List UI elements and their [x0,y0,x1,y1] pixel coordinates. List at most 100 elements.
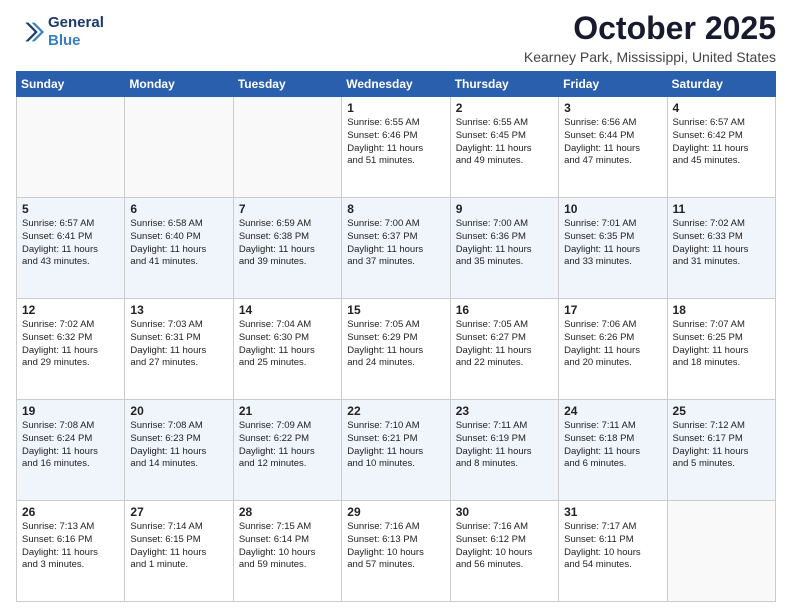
calendar-cell: 27 Sunrise: 7:14 AM Sunset: 6:15 PM Dayli… [125,501,233,602]
calendar-header-row: SundayMondayTuesdayWednesdayThursdayFrid… [17,72,776,97]
day-info: Sunrise: 7:15 AM Sunset: 6:14 PM Dayligh… [239,521,336,572]
day-info: Sunrise: 7:03 AM Sunset: 6:31 PM Dayligh… [130,319,227,370]
calendar-cell: 24 Sunrise: 7:11 AM Sunset: 6:18 PM Dayli… [559,400,667,501]
day-number: 13 [130,303,227,317]
calendar-cell: 20Sunrise: 7:08 AM Sunset: 6:23 PM Dayli… [125,400,233,501]
calendar-cell: 21Sunrise: 7:09 AM Sunset: 6:22 PM Dayli… [233,400,341,501]
day-number: 27 [130,505,227,519]
calendar-cell: 18 Sunrise: 7:07 AM Sunset: 6:25 PM Dayli… [667,299,775,400]
day-info: Sunrise: 7:11 AM Sunset: 6:18 PM Dayligh… [564,420,661,471]
day-number: 16 [456,303,553,317]
day-info: Sunrise: 7:08 AM Sunset: 6:24 PM Dayligh… [22,420,119,471]
calendar-cell: 9 Sunrise: 7:00 AM Sunset: 6:36 PM Daylig… [450,198,558,299]
page: General Blue October 2025 Kearney Park, … [0,0,792,612]
day-number: 24 [564,404,661,418]
day-info: Sunrise: 7:00 AM Sunset: 6:37 PM Dayligh… [347,218,444,269]
calendar-cell: 16 Sunrise: 7:05 AM Sunset: 6:27 PM Dayli… [450,299,558,400]
calendar-cell: 15 Sunrise: 7:05 AM Sunset: 6:29 PM Dayli… [342,299,450,400]
day-info: Sunrise: 7:10 AM Sunset: 6:21 PM Dayligh… [347,420,444,471]
day-number: 7 [239,202,336,216]
day-number: 5 [22,202,119,216]
day-number: 8 [347,202,444,216]
day-number: 26 [22,505,119,519]
day-info: Sunrise: 6:57 AM Sunset: 6:42 PM Dayligh… [673,117,770,168]
day-info: Sunrise: 7:14 AM Sunset: 6:15 PM Dayligh… [130,521,227,572]
day-header-tuesday: Tuesday [233,72,341,97]
calendar-cell: 12 Sunrise: 7:02 AM Sunset: 6:32 PM Dayli… [17,299,125,400]
day-number: 6 [130,202,227,216]
day-info: Sunrise: 7:07 AM Sunset: 6:25 PM Dayligh… [673,319,770,370]
calendar-cell: 6 Sunrise: 6:58 AM Sunset: 6:40 PM Daylig… [125,198,233,299]
day-info: Sunrise: 7:02 AM Sunset: 6:33 PM Dayligh… [673,218,770,269]
calendar-week-row: 19 Sunrise: 7:08 AM Sunset: 6:24 PM Dayli… [17,400,776,501]
calendar-cell: 29 Sunrise: 7:16 AM Sunset: 6:13 PM Dayli… [342,501,450,602]
day-info: Sunrise: 6:58 AM Sunset: 6:40 PM Dayligh… [130,218,227,269]
day-number: 17 [564,303,661,317]
month-title: October 2025 [524,10,776,47]
day-number: 4 [673,101,770,115]
day-header-thursday: Thursday [450,72,558,97]
day-info: Sunrise: 7:06 AM Sunset: 6:26 PM Dayligh… [564,319,661,370]
calendar-cell: 8 Sunrise: 7:00 AM Sunset: 6:37 PM Daylig… [342,198,450,299]
calendar-cell: 11 Sunrise: 7:02 AM Sunset: 6:33 PM Dayli… [667,198,775,299]
day-header-saturday: Saturday [667,72,775,97]
calendar-cell: 10 Sunrise: 7:01 AM Sunset: 6:35 PM Dayli… [559,198,667,299]
day-number: 9 [456,202,553,216]
calendar-cell: 3Sunrise: 6:56 AM Sunset: 6:44 PM Daylig… [559,97,667,198]
calendar-cell: 13 Sunrise: 7:03 AM Sunset: 6:31 PM Dayli… [125,299,233,400]
day-info: Sunrise: 7:00 AM Sunset: 6:36 PM Dayligh… [456,218,553,269]
calendar-table: SundayMondayTuesdayWednesdayThursdayFrid… [16,71,776,602]
day-header-friday: Friday [559,72,667,97]
calendar-cell: 25 Sunrise: 7:12 AM Sunset: 6:17 PM Dayli… [667,400,775,501]
day-number: 29 [347,505,444,519]
calendar-cell: 22Sunrise: 7:10 AM Sunset: 6:21 PM Dayli… [342,400,450,501]
day-number: 28 [239,505,336,519]
calendar-cell: 19 Sunrise: 7:08 AM Sunset: 6:24 PM Dayli… [17,400,125,501]
day-number: 2 [456,101,553,115]
calendar-cell [233,97,341,198]
title-block: October 2025 Kearney Park, Mississippi, … [524,10,776,65]
day-number: 25 [673,404,770,418]
day-header-monday: Monday [125,72,233,97]
calendar-week-row: 1Sunrise: 6:55 AM Sunset: 6:46 PM Daylig… [17,97,776,198]
day-number: 31 [564,505,661,519]
calendar-cell: 4 Sunrise: 6:57 AM Sunset: 6:42 PM Daylig… [667,97,775,198]
calendar-cell: 26 Sunrise: 7:13 AM Sunset: 6:16 PM Dayli… [17,501,125,602]
day-number: 3 [564,101,661,115]
day-info: Sunrise: 7:04 AM Sunset: 6:30 PM Dayligh… [239,319,336,370]
day-info: Sunrise: 7:05 AM Sunset: 6:29 PM Dayligh… [347,319,444,370]
calendar-cell [125,97,233,198]
day-info: Sunrise: 6:55 AM Sunset: 6:45 PM Dayligh… [456,117,553,168]
calendar-cell: 23Sunrise: 7:11 AM Sunset: 6:19 PM Dayli… [450,400,558,501]
day-info: Sunrise: 6:57 AM Sunset: 6:41 PM Dayligh… [22,218,119,269]
calendar-cell: 5 Sunrise: 6:57 AM Sunset: 6:41 PM Daylig… [17,198,125,299]
location-title: Kearney Park, Mississippi, United States [524,49,776,65]
day-number: 18 [673,303,770,317]
day-header-wednesday: Wednesday [342,72,450,97]
day-info: Sunrise: 7:16 AM Sunset: 6:13 PM Dayligh… [347,521,444,572]
calendar-cell [17,97,125,198]
day-info: Sunrise: 7:05 AM Sunset: 6:27 PM Dayligh… [456,319,553,370]
day-number: 10 [564,202,661,216]
day-info: Sunrise: 7:13 AM Sunset: 6:16 PM Dayligh… [22,521,119,572]
logo: General Blue [16,14,104,50]
calendar-week-row: 12 Sunrise: 7:02 AM Sunset: 6:32 PM Dayli… [17,299,776,400]
day-number: 30 [456,505,553,519]
calendar-cell: 14Sunrise: 7:04 AM Sunset: 6:30 PM Dayli… [233,299,341,400]
logo-icon [16,18,44,46]
day-info: Sunrise: 6:55 AM Sunset: 6:46 PM Dayligh… [347,117,444,168]
day-number: 12 [22,303,119,317]
calendar-cell: 28 Sunrise: 7:15 AM Sunset: 6:14 PM Dayli… [233,501,341,602]
day-number: 15 [347,303,444,317]
day-info: Sunrise: 7:12 AM Sunset: 6:17 PM Dayligh… [673,420,770,471]
calendar-cell [667,501,775,602]
calendar-week-row: 26 Sunrise: 7:13 AM Sunset: 6:16 PM Dayli… [17,501,776,602]
day-info: Sunrise: 7:02 AM Sunset: 6:32 PM Dayligh… [22,319,119,370]
calendar-cell: 2 Sunrise: 6:55 AM Sunset: 6:45 PM Daylig… [450,97,558,198]
day-number: 21 [239,404,336,418]
day-info: Sunrise: 7:11 AM Sunset: 6:19 PM Dayligh… [456,420,553,471]
calendar-cell: 7Sunrise: 6:59 AM Sunset: 6:38 PM Daylig… [233,198,341,299]
day-info: Sunrise: 7:01 AM Sunset: 6:35 PM Dayligh… [564,218,661,269]
day-number: 19 [22,404,119,418]
day-number: 11 [673,202,770,216]
